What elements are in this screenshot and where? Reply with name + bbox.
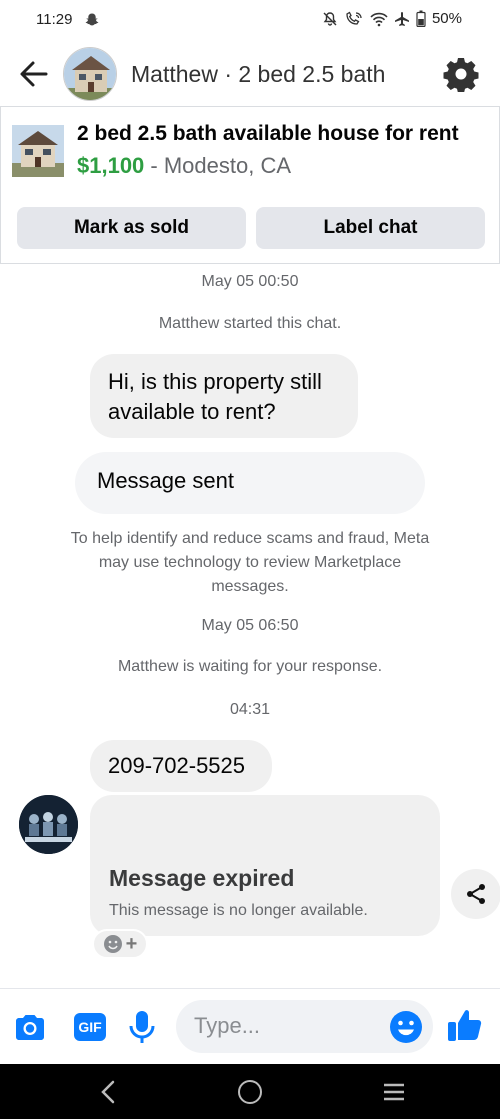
listing-price-location: $1,100 - Modesto, CA: [77, 153, 291, 179]
mute-icon: [323, 11, 337, 26]
camera-icon[interactable]: [12, 1010, 48, 1046]
timestamp: May 05 00:50: [201, 273, 299, 290]
plus-icon: +: [125, 933, 138, 955]
battery-icon: [416, 10, 426, 27]
nav-home-icon[interactable]: [238, 1080, 262, 1104]
smiley-icon: [103, 935, 122, 953]
gear-icon[interactable]: [443, 56, 479, 92]
nav-back-icon[interactable]: [96, 1078, 120, 1106]
add-reaction-button[interactable]: +: [92, 929, 148, 959]
mic-icon[interactable]: [128, 1009, 156, 1045]
airplane-icon: [394, 11, 409, 26]
avatar-image: [19, 795, 78, 854]
battery-percent: 50%: [431, 10, 462, 27]
snapchat-icon: [85, 13, 99, 26]
label-chat-button[interactable]: Label chat: [256, 207, 485, 249]
message-composer: GIF Type...: [0, 988, 500, 1064]
status-icons: 50%: [322, 10, 462, 27]
listing-thumbnail[interactable]: [12, 125, 64, 177]
wifi-icon: [370, 12, 388, 26]
house-thumbnail-image: [12, 125, 64, 177]
message-input-placeholder: Type...: [194, 1013, 261, 1038]
emoji-icon[interactable]: [389, 1010, 423, 1044]
share-icon: [467, 884, 485, 904]
message-bubble-phone[interactable]: 209-702-5525: [90, 740, 272, 792]
mark-as-sold-button[interactable]: Mark as sold: [17, 207, 246, 249]
share-button[interactable]: [451, 869, 500, 919]
listing-price: $1,100: [77, 153, 145, 178]
sender-avatar[interactable]: [19, 795, 78, 854]
listing-location: Modesto, CA: [163, 153, 292, 178]
message-sent-notice: Message sent: [75, 452, 425, 514]
chat-title[interactable]: Matthew · 2 bed 2.5 bath: [131, 61, 385, 88]
chat-header: Matthew · 2 bed 2.5 bath: [0, 44, 500, 104]
expired-description: This message is no longer available.: [109, 902, 368, 919]
wifi-call-icon: [346, 11, 362, 25]
house-photo: [64, 48, 116, 100]
system-nav-bar: [0, 1064, 500, 1119]
system-message: Matthew started this chat.: [158, 315, 342, 332]
gif-button[interactable]: GIF: [74, 1013, 106, 1041]
listing-title[interactable]: 2 bed 2.5 bath available house for rent: [77, 122, 459, 146]
listing-avatar[interactable]: [63, 47, 117, 101]
system-message: Matthew is waiting for your response.: [117, 658, 383, 675]
timestamp: May 05 06:50: [201, 617, 299, 634]
listing-card[interactable]: 2 bed 2.5 bath available house for rent …: [0, 106, 500, 264]
message-bubble[interactable]: Hi, is this property still available to …: [90, 354, 358, 438]
safety-notice: To help identify and reduce scams and fr…: [70, 530, 430, 595]
nav-recents-icon[interactable]: [382, 1082, 406, 1102]
expired-title: Message expired: [109, 865, 295, 891]
listing-separator: -: [144, 153, 164, 178]
timestamp: 04:31: [229, 701, 271, 718]
expired-message-bubble[interactable]: Message expired This message is no longe…: [90, 795, 440, 936]
like-icon[interactable]: [446, 1006, 484, 1044]
status-bar: 11:29 50%: [0, 0, 500, 40]
status-time: 11:29: [36, 11, 73, 28]
message-input[interactable]: Type...: [176, 1000, 433, 1053]
back-arrow-icon[interactable]: [16, 56, 52, 92]
